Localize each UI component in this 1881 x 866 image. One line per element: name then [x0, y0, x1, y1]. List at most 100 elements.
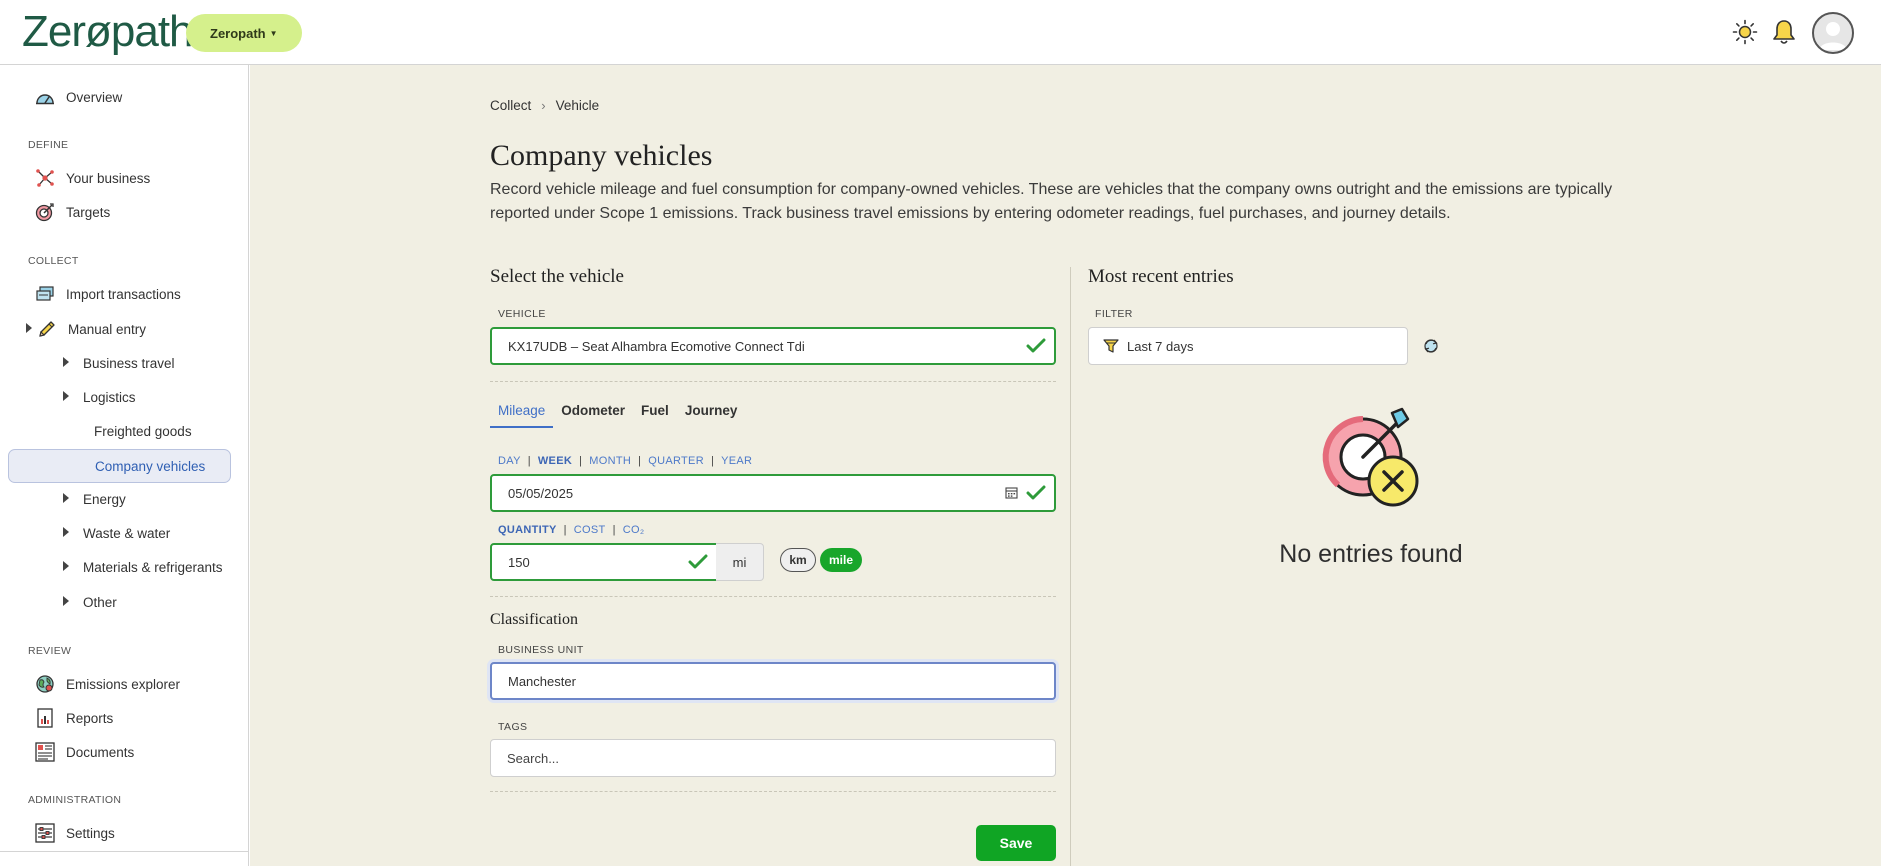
unit-mile-toggle[interactable]: mile — [820, 548, 862, 572]
sidebar-item-import-transactions[interactable]: Import transactions — [8, 278, 231, 310]
tab-mileage[interactable]: Mileage — [490, 399, 554, 428]
breadcrumb-collect[interactable]: Collect — [490, 98, 531, 113]
date-value: 05/05/2025 — [508, 485, 574, 501]
sidebar-item-label: Company vehicles — [95, 458, 206, 474]
period-month[interactable]: MONTH — [589, 455, 631, 467]
entry-type-tabs: Mileage Odometer Fuel Journey — [490, 399, 745, 428]
document-icon — [34, 741, 56, 763]
refresh-icon[interactable] — [1420, 335, 1442, 357]
expand-triangle-icon[interactable] — [63, 596, 69, 606]
main-content: Collect › Vehicle Company vehicles Recor… — [250, 65, 1881, 866]
period-quarter[interactable]: QUARTER — [648, 455, 704, 467]
empty-state-message: No entries found — [1279, 540, 1463, 568]
sidebar-item-company-vehicles[interactable]: Company vehicles — [8, 449, 231, 483]
sidebar-item-energy[interactable]: Energy — [83, 492, 126, 507]
expand-triangle-icon[interactable] — [63, 391, 69, 401]
sidebar-item-label: Targets — [66, 204, 111, 220]
measure-co2[interactable]: CO₂ — [623, 524, 645, 536]
sidebar-item-settings[interactable]: Settings — [8, 817, 231, 849]
sidebar-item-your-business[interactable]: Your business — [8, 162, 231, 194]
sidebar-item-logistics[interactable]: Logistics — [83, 390, 136, 405]
tab-journey[interactable]: Journey — [677, 399, 746, 428]
unit-km-toggle[interactable]: km — [780, 548, 816, 572]
tags-placeholder: Search... — [507, 750, 560, 766]
check-icon — [1026, 484, 1046, 505]
stacked-cards-icon — [34, 283, 56, 305]
expand-triangle-icon[interactable] — [63, 357, 69, 367]
filter-select[interactable]: Last 7 days — [1088, 327, 1408, 365]
sidebar-item-label: Overview — [66, 89, 123, 105]
theme-toggle-sun-icon[interactable] — [1729, 16, 1761, 48]
organisation-dropdown-button[interactable]: Zeropath ▼ — [186, 14, 302, 52]
sidebar-item-materials-refrigerants[interactable]: Materials & refrigerants — [83, 560, 223, 575]
period-selector: DAY | WEEK | MONTH | QUARTER | YEAR — [498, 455, 753, 467]
business-unit-label: BUSINESS UNIT — [498, 644, 584, 656]
expand-triangle-icon[interactable] — [63, 527, 69, 537]
sidebar-item-business-travel[interactable]: Business travel — [83, 356, 175, 371]
recent-entries-heading: Most recent entries — [1088, 266, 1234, 287]
period-week[interactable]: WEEK — [538, 455, 572, 467]
zeropath-logo[interactable]: Zerøpath — [22, 10, 194, 54]
report-icon — [34, 707, 56, 729]
sidebar-item-overview[interactable]: Overview — [8, 81, 231, 113]
filter-label: FILTER — [1095, 308, 1133, 320]
vehicle-label: VEHICLE — [498, 308, 546, 320]
sidebar-item-other[interactable]: Other — [83, 595, 117, 610]
check-icon — [1026, 337, 1046, 358]
top-bar: Zerøpath Zeropath ▼ — [0, 0, 1881, 65]
measure-cost[interactable]: COST — [574, 524, 606, 536]
sidebar-item-label: Your business — [66, 170, 151, 186]
organisation-name: Zeropath — [210, 25, 266, 41]
sidebar-item-documents[interactable]: Documents — [8, 736, 231, 768]
expand-triangle-icon[interactable] — [63, 561, 69, 571]
calendar-icon[interactable] — [1005, 486, 1018, 502]
sidebar-item-freighted-goods[interactable]: Freighted goods — [94, 424, 192, 439]
classification-heading: Classification — [490, 611, 578, 628]
page-title: Company vehicles — [490, 139, 713, 172]
notifications-bell-icon[interactable] — [1768, 16, 1800, 48]
user-avatar[interactable] — [1812, 12, 1854, 54]
sidebar-item-label: Documents — [66, 744, 135, 760]
globe-icon — [34, 673, 56, 695]
sidebar-section-collect: COLLECT — [28, 255, 79, 267]
sidebar-item-targets[interactable]: Targets — [8, 196, 231, 228]
funnel-icon — [1103, 338, 1119, 354]
business-unit-input[interactable]: Manchester — [490, 662, 1056, 700]
select-vehicle-heading: Select the vehicle — [490, 266, 624, 287]
expand-triangle-icon[interactable] — [63, 493, 69, 503]
sidebar-section-define: DEFINE — [28, 139, 69, 151]
period-year[interactable]: YEAR — [721, 455, 752, 467]
sidebar-item-emissions-explorer[interactable]: Emissions explorer — [8, 668, 231, 700]
sidebar: Overview DEFINE Your business Targets CO… — [0, 65, 249, 866]
form-divider — [490, 381, 1056, 382]
tab-fuel[interactable]: Fuel — [633, 399, 677, 428]
date-field[interactable]: 05/05/2025 — [490, 474, 1056, 512]
period-day[interactable]: DAY — [498, 455, 521, 467]
quantity-input[interactable]: 150 — [490, 543, 718, 581]
caret-down-icon: ▼ — [269, 28, 278, 38]
gauge-icon — [34, 86, 56, 108]
sidebar-item-reports[interactable]: Reports — [8, 702, 231, 734]
breadcrumb-vehicle: Vehicle — [555, 98, 600, 113]
tags-search-input[interactable]: Search... — [490, 739, 1056, 777]
column-divider — [1070, 267, 1071, 866]
settings-sliders-icon — [34, 822, 56, 844]
tab-odometer[interactable]: Odometer — [553, 399, 633, 428]
sidebar-divider — [0, 851, 249, 852]
unit-addon: mi — [716, 543, 764, 581]
sidebar-item-waste-water[interactable]: Waste & water — [83, 526, 170, 541]
sidebar-item-label: Settings — [66, 825, 115, 841]
tags-label: TAGS — [498, 721, 528, 733]
sidebar-item-manual-entry[interactable]: Manual entry — [8, 313, 231, 345]
missed-target-icon — [1318, 405, 1428, 515]
sidebar-item-label: Manual entry — [68, 321, 147, 337]
network-icon — [34, 167, 56, 189]
chevron-right-icon: › — [541, 98, 546, 113]
vehicle-select[interactable]: KX17UDB – Seat Alhambra Ecomotive Connec… — [490, 327, 1056, 365]
measure-quantity[interactable]: QUANTITY — [498, 524, 557, 536]
filter-value: Last 7 days — [1127, 338, 1194, 354]
sidebar-item-label: Emissions explorer — [66, 676, 181, 692]
save-button[interactable]: Save — [976, 825, 1056, 861]
measure-selector: QUANTITY | COST | CO₂ — [498, 524, 645, 536]
sidebar-item-label: Import transactions — [66, 286, 181, 302]
